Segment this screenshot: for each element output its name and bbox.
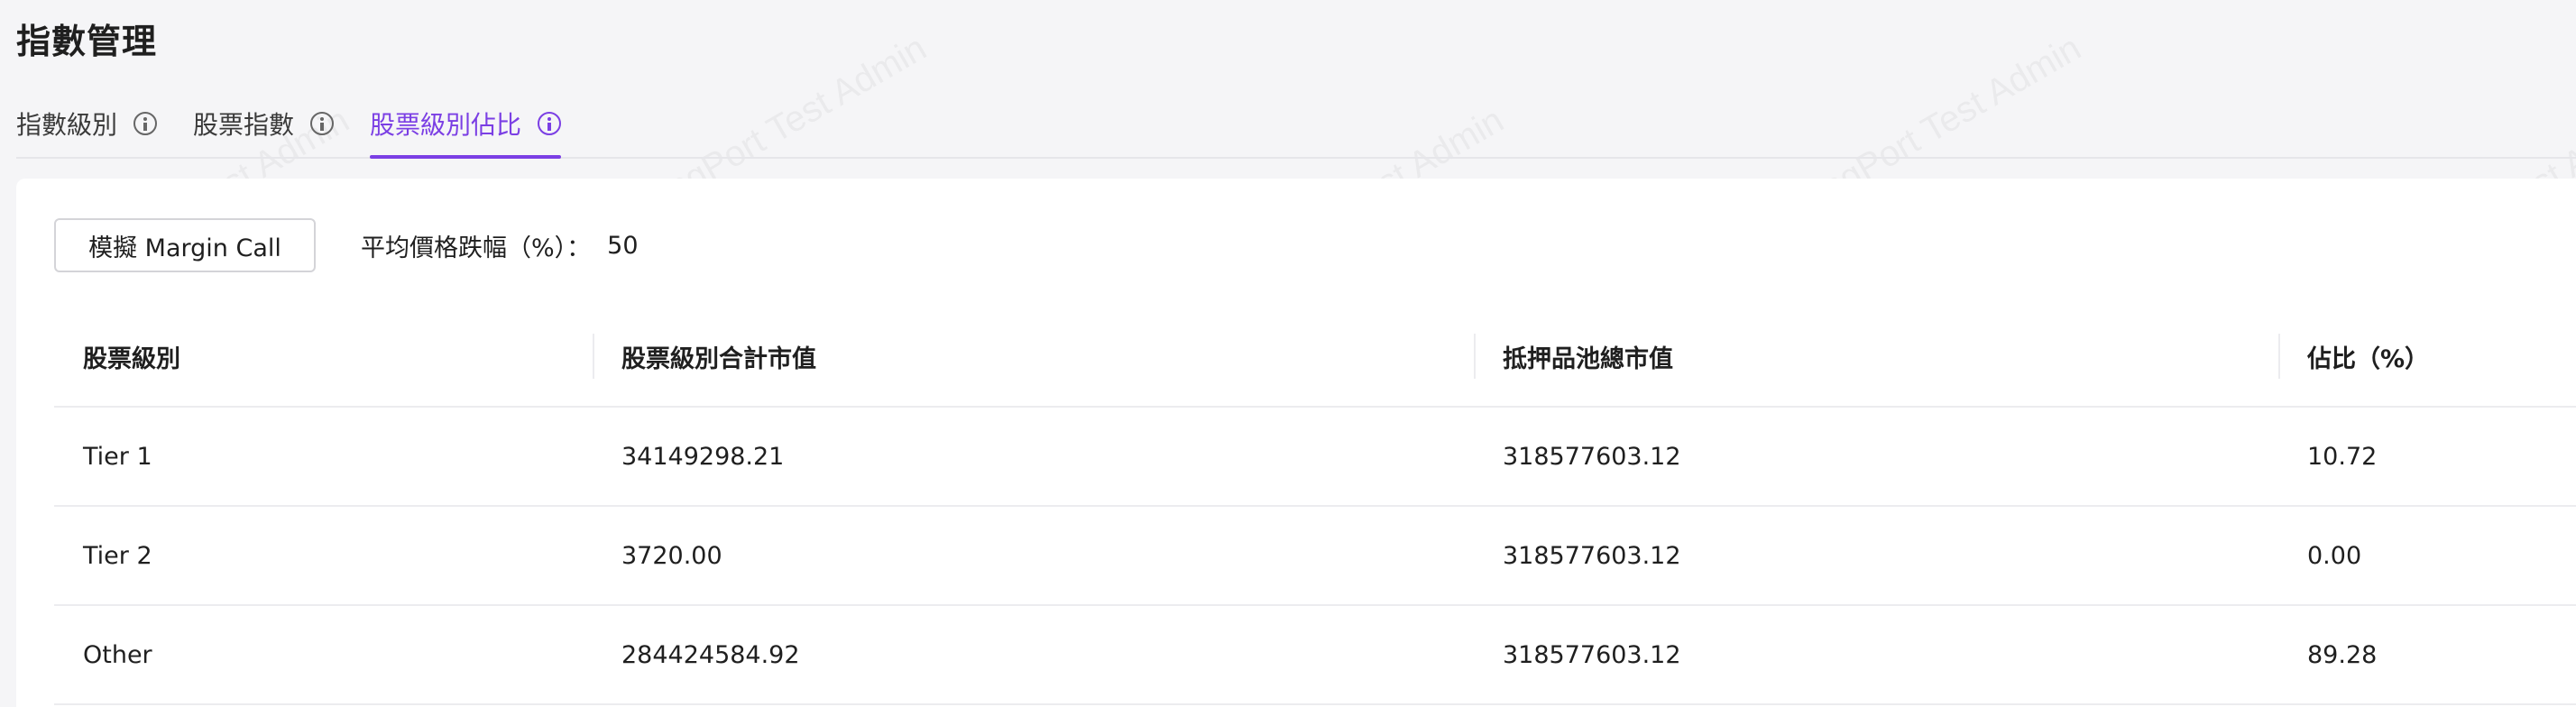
stock-level-ratio-table: 股票級別 股票級別合計市值 抵押品池總市值 佔比（%） Tier 1 34149… — [54, 307, 2576, 705]
table-row: Other 284424584.92 318577603.12 89.28 — [54, 605, 2576, 705]
info-circle-icon[interactable] — [133, 112, 158, 135]
tab-label: 股票指數 — [193, 110, 295, 140]
cell-stock-level: Other — [54, 605, 593, 705]
info-circle-icon[interactable] — [310, 112, 335, 135]
cell-collateral-pool-total-value: 318577603.12 — [1474, 605, 2278, 705]
table-row: Tier 1 34149298.21 318577603.12 10.72 — [54, 407, 2576, 507]
cell-collateral-pool-total-value: 318577603.12 — [1474, 506, 2278, 606]
column-header-level-total-market-value: 股票級別合計市值 — [593, 307, 1474, 408]
column-header-collateral-pool-total-value: 抵押品池總市值 — [1474, 307, 2278, 408]
tab-stock-index[interactable]: 股票指數 — [193, 90, 335, 157]
cell-level-total-market-value: 284424584.92 — [593, 605, 1474, 705]
content-card: 模擬 Margin Call 平均價格跌幅（%）： 50 股票級別 股票級別合計… — [16, 179, 2576, 707]
cell-level-total-market-value: 34149298.21 — [593, 407, 1474, 507]
table-row: Tier 2 3720.00 318577603.12 0.00 — [54, 506, 2576, 606]
cell-ratio: 10.72 — [2278, 407, 2576, 507]
column-header-ratio: 佔比（%） — [2278, 307, 2576, 408]
cell-level-total-market-value: 3720.00 — [593, 506, 1474, 606]
tab-index-level[interactable]: 指數級別 — [16, 90, 158, 157]
page-title: 指數管理 — [16, 22, 158, 61]
table-header-row: 股票級別 股票級別合計市值 抵押品池總市值 佔比（%） — [54, 307, 2576, 408]
cell-collateral-pool-total-value: 318577603.12 — [1474, 407, 2278, 507]
tab-bar: 指數級別 股票指數 股票級別佔比 — [16, 90, 2576, 159]
cell-ratio: 0.00 — [2278, 506, 2576, 606]
tab-stock-level-ratio[interactable]: 股票級別佔比 — [370, 90, 562, 159]
info-circle-icon[interactable] — [538, 112, 562, 135]
average-price-drop-label: 平均價格跌幅（%）： — [361, 234, 592, 262]
tab-label: 股票級別佔比 — [370, 110, 522, 140]
simulate-margin-call-button[interactable]: 模擬 Margin Call — [54, 218, 316, 272]
average-price-drop-value: 50 — [607, 231, 639, 260]
cell-ratio: 89.28 — [2278, 605, 2576, 705]
average-price-drop: 平均價格跌幅（%）： 50 — [361, 218, 639, 272]
tab-label: 指數級別 — [16, 110, 118, 140]
cell-stock-level: Tier 2 — [54, 506, 593, 606]
column-header-stock-level: 股票級別 — [54, 307, 593, 408]
cell-stock-level: Tier 1 — [54, 407, 593, 507]
